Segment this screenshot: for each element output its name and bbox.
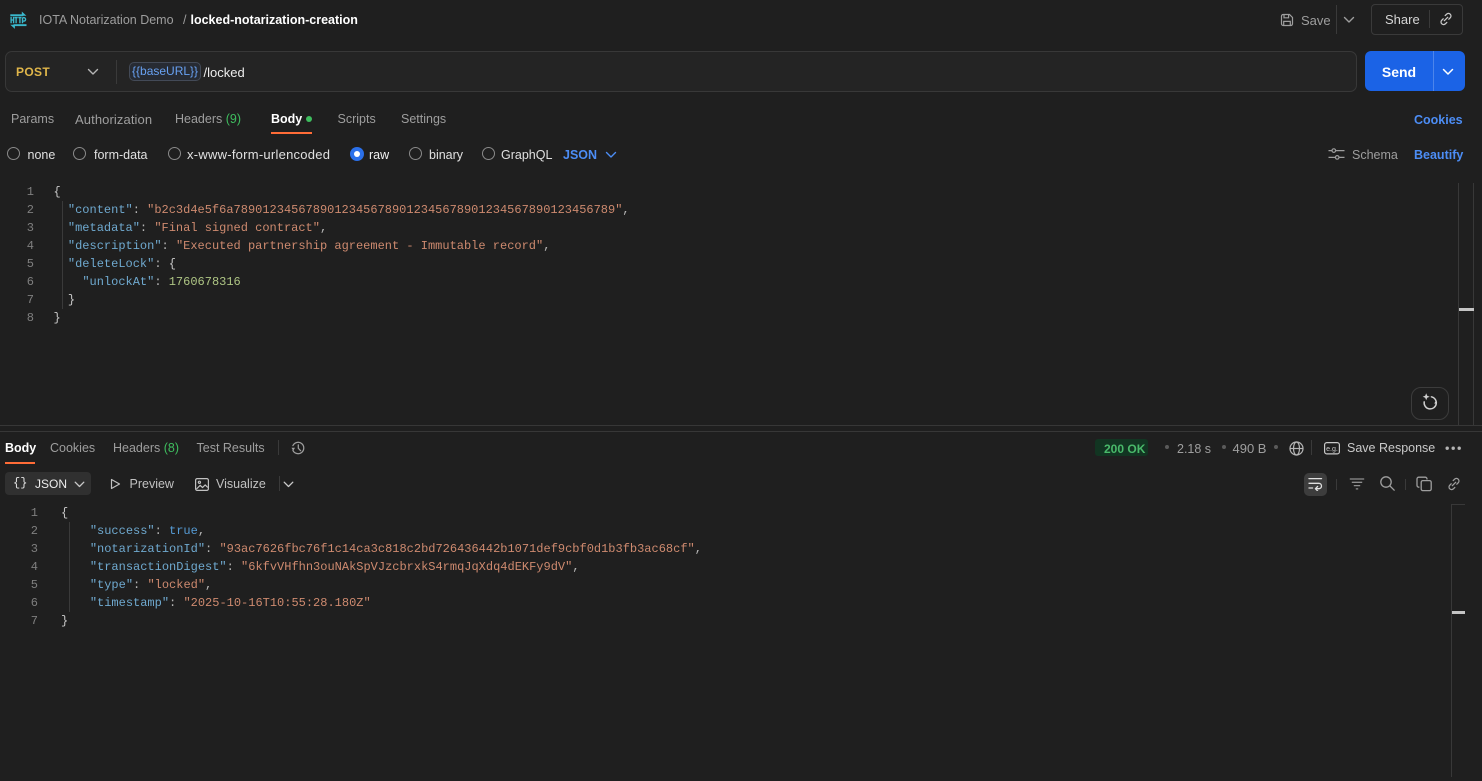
svg-text:e.g.: e.g. <box>1326 446 1338 453</box>
